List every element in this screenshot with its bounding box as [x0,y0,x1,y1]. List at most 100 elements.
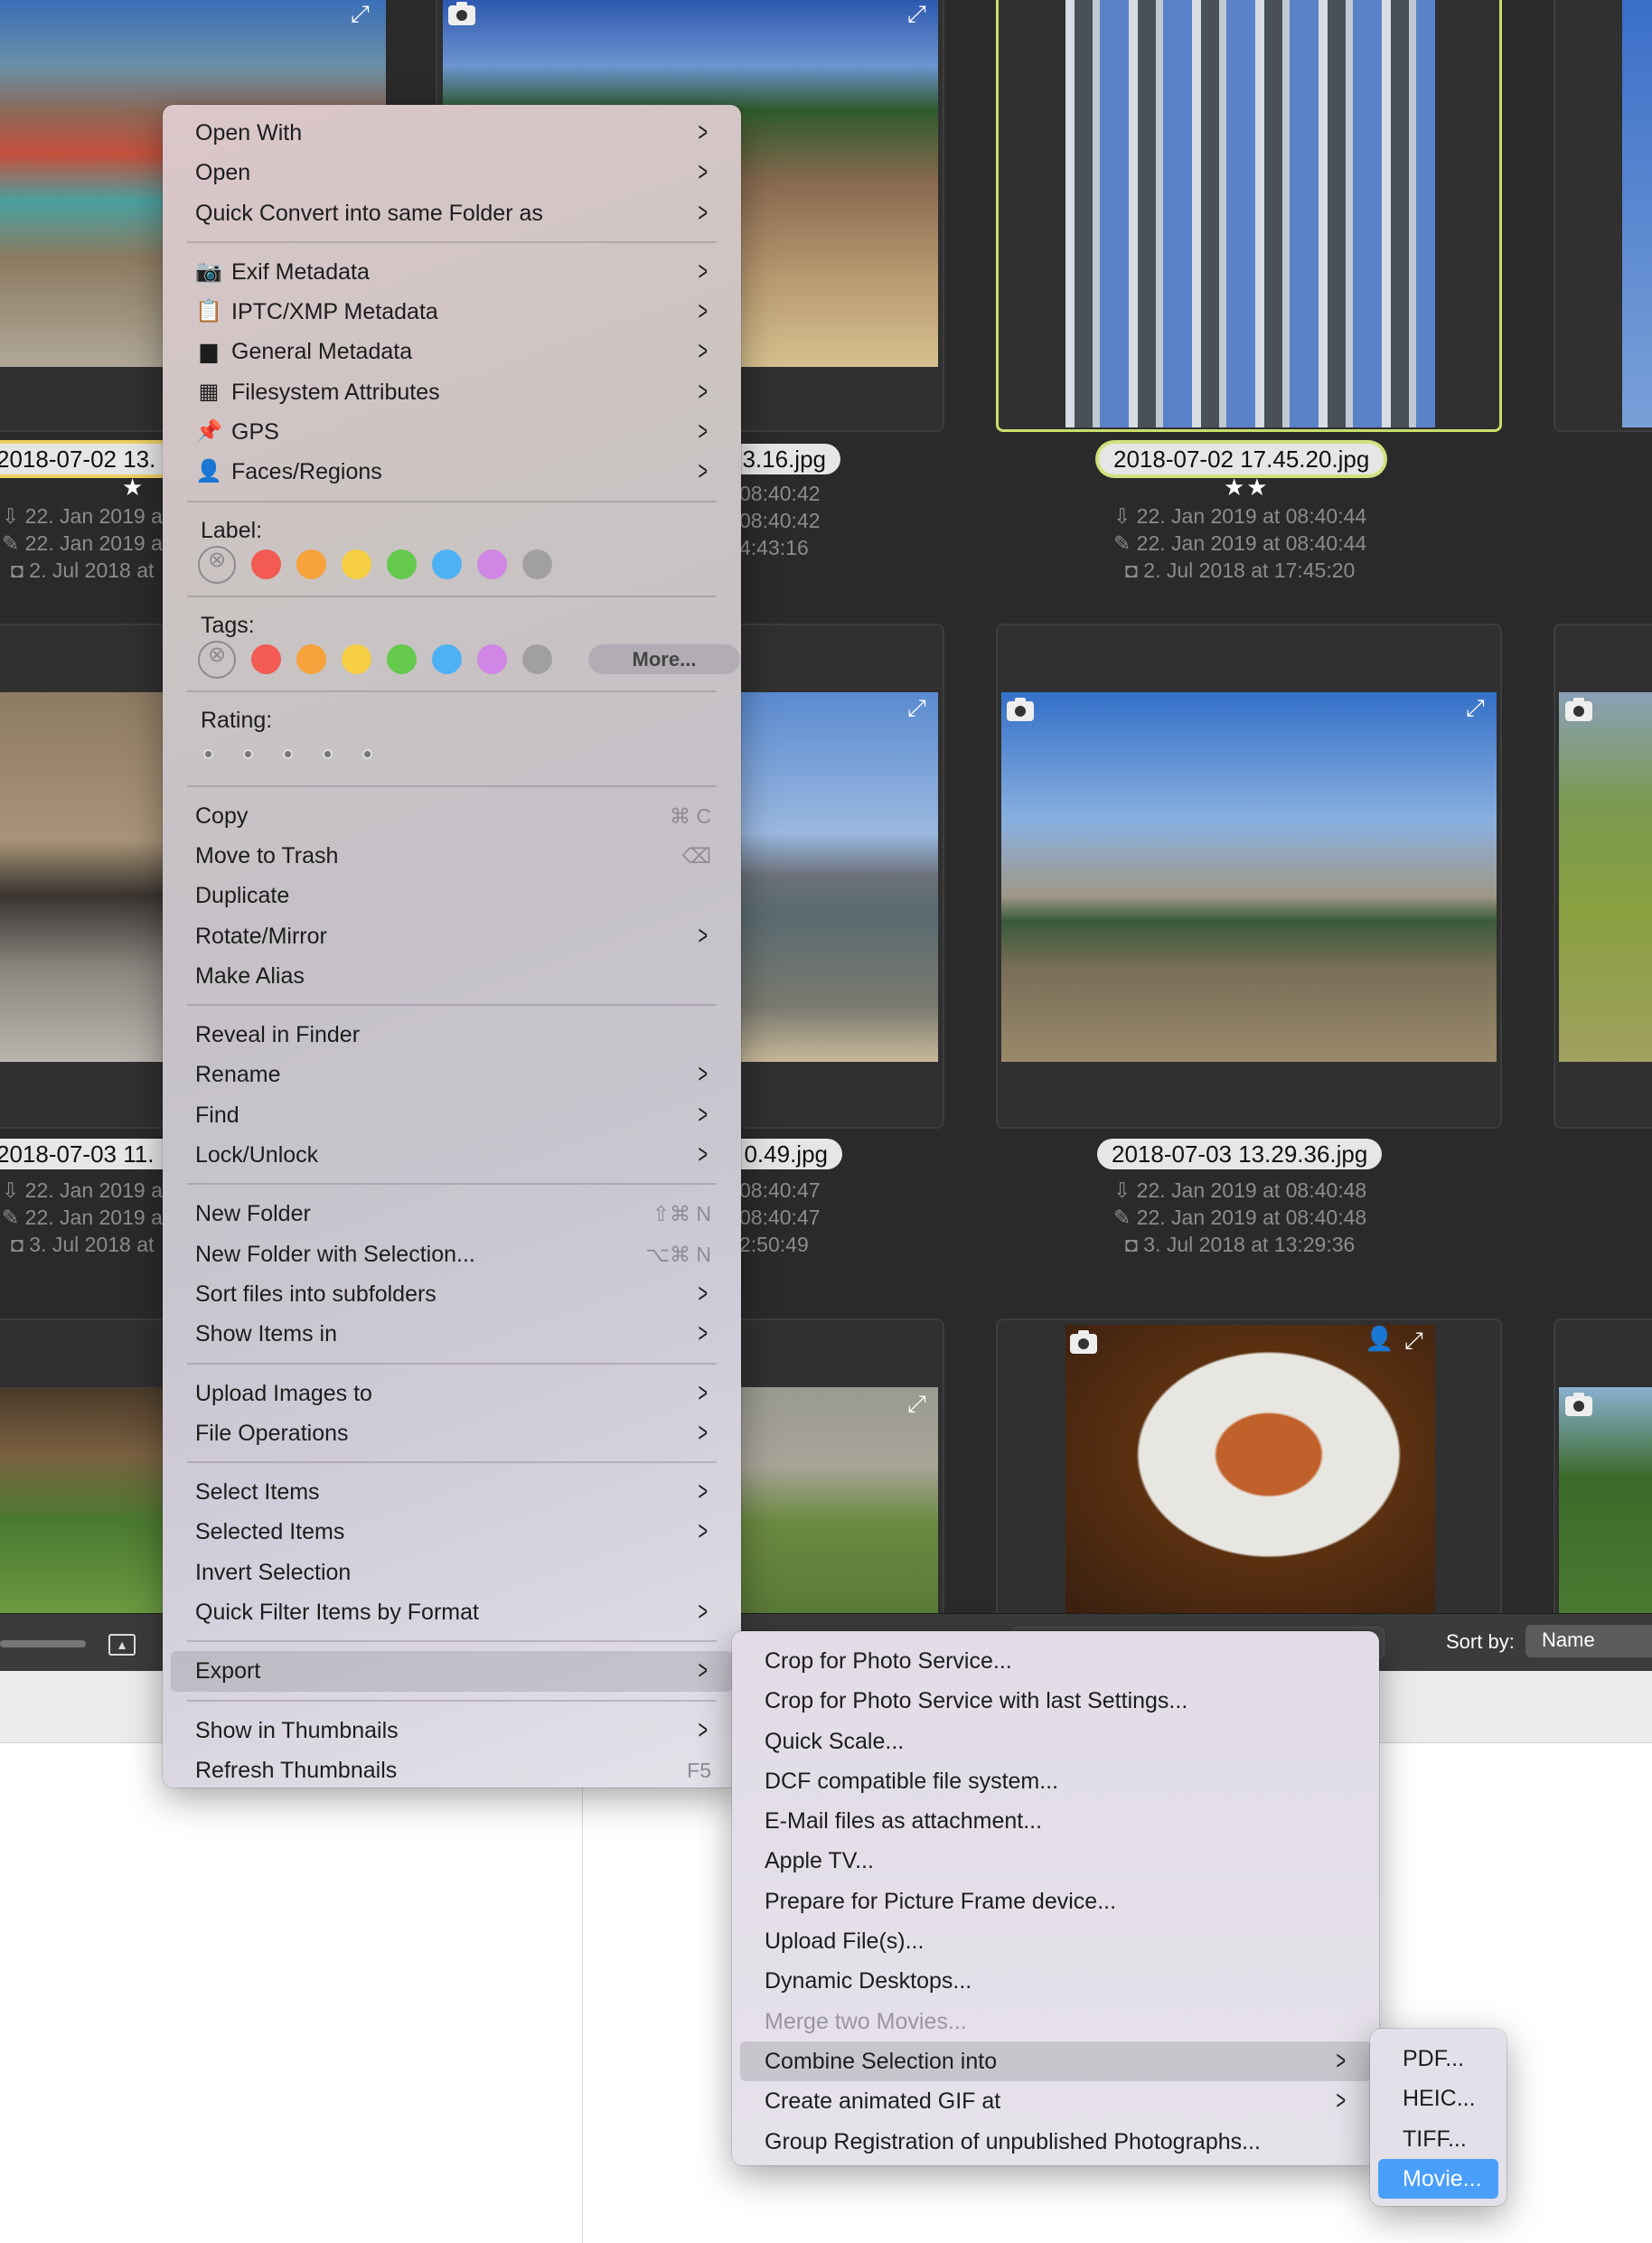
filename-label[interactable]: 2018-07-02 13. [0,444,181,474]
menu-item-move-to-trash[interactable]: Move to Trash ⌫ [171,836,733,876]
menu-item-upload-images-to[interactable]: Upload Images to > [171,1374,733,1413]
menu-item-crop-for-photo-service[interactable]: Crop for Photo Service... [740,1641,1371,1681]
menu-item-sort-files-into-subfolders[interactable]: Sort files into subfolders > [171,1274,733,1314]
photo-thumbnail[interactable] [1001,692,1497,1062]
filename-text: 0.49.jpg [744,1140,828,1168]
meta-captured: ◘ 3. Jul 2018 at 13:29:36 [1125,1233,1356,1256]
chevron-right-icon: > [698,296,709,327]
menu-item-select-items[interactable]: Select Items > [171,1472,733,1512]
rating-star-dot[interactable] [364,751,371,758]
color-swatch-button[interactable] [251,549,281,580]
menu-item-upload-file-s[interactable]: Upload File(s)... [740,1921,1371,1961]
menu-item-heic[interactable]: HEIC... [1378,2079,1498,2118]
menu-item-refresh-thumbnails[interactable]: Refresh Thumbnails F5 [171,1750,733,1790]
menu-item-find[interactable]: Find > [171,1095,733,1135]
color-swatch-button[interactable] [296,549,326,580]
color-swatch-button[interactable] [522,644,552,675]
menu-item-quick-filter-items-by-format[interactable]: Quick Filter Items by Format > [171,1592,733,1632]
menu-item-rename[interactable]: Rename > [171,1055,733,1094]
filename-label[interactable]: 2018-07-02 17.45.20.jpg [1099,444,1384,474]
menu-item-export[interactable]: Export > [171,1651,733,1692]
filename-text: 2018-07-03 11. [0,1140,155,1168]
menu-item-rotate-mirror[interactable]: Rotate/Mirror > [171,916,733,956]
menu-item-group-registration-of-unpublished-photographs[interactable]: Group Registration of unpublished Photog… [740,2122,1371,2162]
menu-item-iptc-xmp-metadata[interactable]: 📋 IPTC/XMP Metadata > [171,292,733,332]
menu-item-apple-tv[interactable]: Apple TV... [740,1841,1371,1881]
menu-item-faces-regions[interactable]: 👤 Faces/Regions > [171,452,733,492]
color-swatch-button[interactable] [432,644,462,675]
meta-captured: 2:50:49 [739,1233,809,1256]
clear-color-button[interactable]: ⊗ [198,545,236,584]
menu-item-exif-metadata[interactable]: 📷 Exif Metadata > [171,252,733,292]
menu-item-show-in-thumbnails[interactable]: Show in Thumbnails > [171,1711,733,1750]
menu-item-label: Export [195,1658,261,1685]
menu-item-create-animated-gif-at[interactable]: Create animated GIF at > [740,2081,1371,2121]
menu-item-new-folder-with-selection[interactable]: New Folder with Selection... ⌥⌘ N [171,1234,733,1274]
thumbnail-size-slider[interactable] [0,1640,86,1647]
menu-item-open-with[interactable]: Open With > [171,113,733,153]
menu-item-pdf[interactable]: PDF... [1378,2039,1498,2079]
color-swatch-button[interactable] [522,549,552,580]
menu-item-e-mail-files-as-attachment[interactable]: E-Mail files as attachment... [740,1801,1371,1841]
color-swatch-button[interactable] [432,549,462,580]
menu-separator [187,996,717,1015]
rating-star-dot[interactable] [285,751,291,758]
color-swatch-button[interactable] [342,644,371,675]
rating-star-dot[interactable] [205,751,211,758]
menu-separator [187,233,717,252]
menu-item-new-folder[interactable]: New Folder ⇧⌘ N [171,1194,733,1234]
menu-item-dynamic-desktops[interactable]: Dynamic Desktops... [740,1961,1371,2001]
more-tags-button[interactable]: More... [588,644,740,675]
menu-item-label: Upload Images to [195,1380,372,1406]
color-swatch-button[interactable] [251,644,281,675]
menu-item-general-metadata[interactable]: ▆ General Metadata > [171,332,733,371]
menu-item-filesystem-attributes[interactable]: ▦ Filesystem Attributes > [171,372,733,412]
menu-item-quick-convert-into-same-folder-as[interactable]: Quick Convert into same Folder as > [171,193,733,233]
menu-item-label: Crop for Photo Service... [765,1648,1012,1674]
menu-item-reveal-in-finder[interactable]: Reveal in Finder [171,1015,733,1055]
menu-item-label: IPTC/XMP Metadata [231,299,438,325]
menu-item-label: Merge two Movies... [765,2008,967,2034]
color-swatch-button[interactable] [477,549,507,580]
color-swatch-button[interactable] [342,549,371,580]
menu-item-crop-for-photo-service-with-last-settings[interactable]: Crop for Photo Service with last Setting… [740,1681,1371,1721]
menu-separator [187,777,717,796]
menu-item-quick-scale[interactable]: Quick Scale... [740,1722,1371,1761]
chevron-right-icon: > [698,1477,709,1507]
photo-thumbnail[interactable] [1559,1387,1652,1613]
menu-item-lock-unlock[interactable]: Lock/Unlock > [171,1135,733,1175]
menu-item-open[interactable]: Open > [171,153,733,192]
photo-thumbnail[interactable] [1559,692,1652,1062]
color-swatch-button[interactable] [477,644,507,675]
menu-item-combine-selection-into[interactable]: Combine Selection into > [740,2041,1371,2082]
menu-item-movie[interactable]: Movie... [1378,2158,1498,2200]
large-image-icon[interactable]: ▲ [108,1634,136,1656]
menu-item-make-alias[interactable]: Make Alias [171,956,733,996]
rating-star-dot[interactable] [324,751,331,758]
panel-divider [582,1743,583,2243]
photo-thumbnail[interactable] [1622,0,1652,427]
pushpin-icon: 📌 [195,419,222,445]
menu-item-tiff[interactable]: TIFF... [1378,2119,1498,2159]
menu-item-label: Combine Selection into [765,2048,998,2074]
photo-thumbnail[interactable] [1065,0,1435,427]
filename-label[interactable]: 2018-07-03 13.29.36.jpg [1097,1139,1383,1169]
chevron-right-icon: > [1336,2086,1347,2116]
sort-dropdown[interactable]: Name [1525,1625,1652,1657]
rating-star-dot[interactable] [245,751,251,758]
menu-item-dcf-compatible-file-system[interactable]: DCF compatible file system... [740,1761,1371,1801]
menu-item-prepare-for-picture-frame-device[interactable]: Prepare for Picture Frame device... [740,1882,1371,1921]
menu-item-invert-selection[interactable]: Invert Selection [171,1553,733,1592]
filename-label[interactable]: 2018-07-03 11. [0,1139,181,1169]
color-swatch-button[interactable] [387,644,417,675]
color-swatch-button[interactable] [296,644,326,675]
menu-item-duplicate[interactable]: Duplicate [171,876,733,915]
clear-color-button[interactable]: ⊗ [198,640,236,679]
photo-thumbnail[interactable] [1065,1325,1435,1613]
menu-item-gps[interactable]: 📌 GPS > [171,412,733,452]
color-swatch-button[interactable] [387,549,417,580]
menu-item-show-items-in[interactable]: Show Items in > [171,1314,733,1354]
menu-item-copy[interactable]: Copy ⌘ C [171,796,733,836]
menu-item-selected-items[interactable]: Selected Items > [171,1512,733,1552]
menu-item-file-operations[interactable]: File Operations > [171,1413,733,1453]
